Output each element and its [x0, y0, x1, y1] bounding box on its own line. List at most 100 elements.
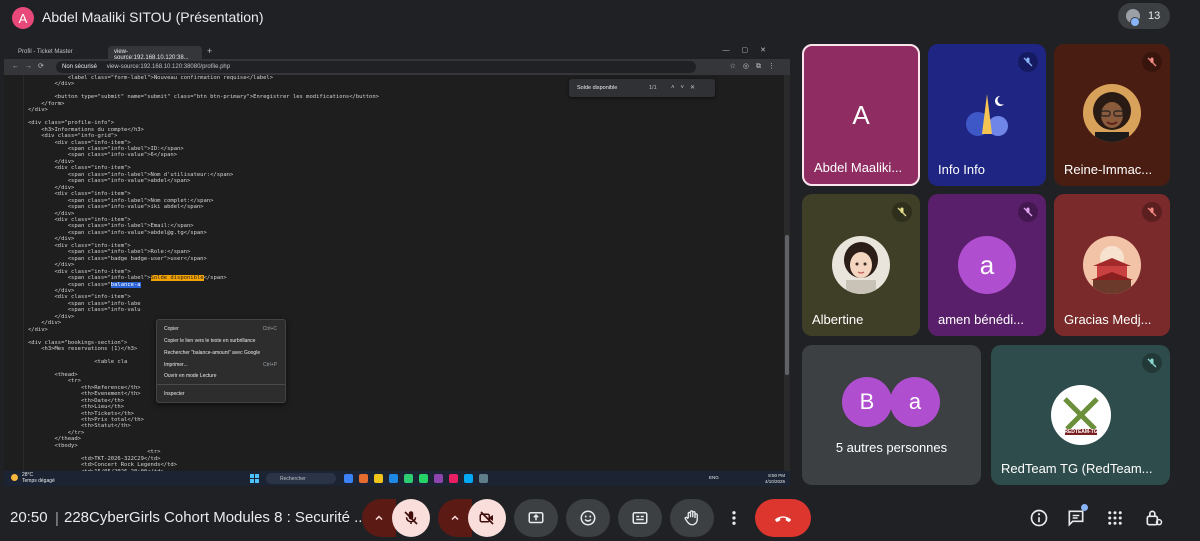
- host-controls-button[interactable]: [1142, 506, 1166, 530]
- app-icon: [464, 474, 473, 483]
- participants-button[interactable]: 13: [1118, 3, 1170, 29]
- activities-icon: [1108, 511, 1122, 525]
- participant-tile-info[interactable]: Info Info: [928, 44, 1046, 186]
- ctx-copy-link: Copier le lien vers le texte en surbrill…: [164, 338, 256, 344]
- meeting-info-button[interactable]: [1027, 506, 1051, 530]
- chat-icon: [1068, 510, 1084, 527]
- mic-off-icon: [1018, 52, 1038, 72]
- find-count: 1/1: [649, 85, 657, 91]
- url-text: view-source:192.168.10.120:38080/profile…: [106, 64, 231, 70]
- present-icon: [528, 512, 544, 524]
- find-query: Solde disponible: [577, 85, 618, 91]
- mic-off-icon: [1142, 202, 1162, 222]
- chevron-up-icon: [451, 515, 459, 521]
- mic-off-icon: [1142, 353, 1162, 373]
- ctx-reader-mode: Ouvrir en mode Lecture: [164, 373, 217, 379]
- activities-button[interactable]: [1103, 506, 1127, 530]
- avatar-letter: a: [908, 389, 922, 414]
- participant-tile-amen[interactable]: a amen bénédi...: [928, 194, 1046, 336]
- browser-tab-source: view-source:192.168.10.120:38...: [108, 46, 202, 61]
- mic-toggle-button[interactable]: [392, 499, 430, 537]
- participant-count: 13: [1148, 10, 1161, 22]
- taskbar-clock: 8:50 PM 4/10/2026: [761, 473, 785, 484]
- presenter-avatar: A: [12, 7, 34, 29]
- mic-options-button[interactable]: [362, 499, 396, 537]
- app-icon: [344, 474, 353, 483]
- ctx-print-key: Ctrl+P: [262, 362, 277, 368]
- captions-icon: [632, 512, 648, 524]
- browser-addressbar: ←→⟳ Non sécurisé view-source:192.168.10.…: [4, 59, 790, 75]
- find-highlight: Solde disponible: [150, 275, 204, 282]
- mic-control: [362, 499, 430, 537]
- eiffel-night-avatar: [958, 86, 1016, 144]
- participant-tile-reine[interactable]: Reine-Immac...: [1054, 44, 1170, 186]
- participant-name: Info Info: [938, 162, 985, 177]
- host-controls-icon: [1146, 510, 1163, 526]
- leave-call-button[interactable]: [755, 499, 811, 537]
- participant-tile-gracias[interactable]: Gracias Medj...: [1054, 194, 1170, 336]
- taskbar-date: 4/10/2026: [764, 478, 785, 484]
- ctx-separator: [157, 384, 285, 385]
- avatar: A: [832, 86, 890, 144]
- camera-control: [438, 499, 506, 537]
- folder-icon: [374, 474, 383, 483]
- selection-highlight: balance-a: [110, 281, 141, 288]
- participant-tile-albertine[interactable]: Albertine: [802, 194, 920, 336]
- context-menu: Copier Ctrl+C Copier le lien vers le tex…: [156, 319, 286, 403]
- app-icon: [434, 474, 443, 483]
- participant-name: RedTeam TG (RedTeam...: [1001, 461, 1153, 476]
- avatar-letter: a: [979, 249, 995, 280]
- cartoon-woman-avatar: [1083, 84, 1141, 142]
- sun-icon: [11, 474, 18, 481]
- present-button[interactable]: [514, 499, 558, 537]
- participant-name: Gracias Medj...: [1064, 312, 1152, 327]
- temple-avatar: [1083, 236, 1141, 294]
- browser-nav-icon: ←→⟳: [12, 63, 50, 70]
- avatar: B: [842, 377, 892, 427]
- avatar: a: [958, 236, 1016, 294]
- meeting-clock: 20:50: [10, 509, 48, 526]
- browser-tabstrip: Profil - Ticket Master view-source:192.1…: [4, 44, 790, 61]
- ctx-print: Imprimer...: [164, 362, 188, 368]
- url-box: Non sécurisé view-source:192.168.10.120:…: [56, 61, 696, 73]
- ctx-copy: Copier: [164, 326, 179, 332]
- end-call-icon: [774, 516, 792, 523]
- raise-hand-button[interactable]: [670, 499, 714, 537]
- url-warning: Non sécurisé: [62, 64, 98, 70]
- shared-screen: Profil - Ticket Master view-source:192.1…: [4, 44, 790, 486]
- terminal-icon: [479, 474, 488, 483]
- find-nav-icons: ˄˅✕: [671, 85, 702, 91]
- anime-girl-avatar: [832, 236, 890, 294]
- meeting-title: 228CyberGirls Cohort Modules 8 : Securit…: [64, 509, 367, 526]
- source-scrollbar: [784, 75, 790, 471]
- participant-tile-others[interactable]: B a 5 autres personnes: [802, 345, 981, 485]
- title-divider: |: [55, 510, 59, 527]
- redteam-logo: REDTEAM-TG: [1051, 385, 1111, 445]
- camera-options-button[interactable]: [438, 499, 472, 537]
- camera-toggle-button[interactable]: [468, 499, 506, 537]
- chat-button[interactable]: [1064, 504, 1088, 530]
- logo-text: REDTEAM-TG: [1064, 429, 1098, 435]
- participant-name: Abdel Maaliki...: [814, 160, 903, 175]
- unread-dot: [1081, 504, 1088, 511]
- participant-name: 5 autres personnes: [835, 440, 948, 455]
- taskbar-search: Rechercher: [266, 473, 336, 484]
- participant-tile-redteam[interactable]: REDTEAM-TG RedTeam TG (RedTeam...: [991, 345, 1170, 485]
- weather-desc: Temps dégagé: [22, 477, 55, 484]
- mic-off-icon: [1018, 202, 1038, 222]
- info-icon: [1030, 509, 1048, 527]
- emoji-button[interactable]: [566, 499, 610, 537]
- participant-name: amen bénédi...: [938, 312, 1025, 327]
- captions-button[interactable]: [618, 499, 662, 537]
- mic-off-icon: [1142, 52, 1162, 72]
- windows-taskbar: 28°C Temps dégagé Rechercher ENG 8:50 PM …: [4, 471, 790, 486]
- app-icon: [359, 474, 368, 483]
- participant-name: Reine-Immac...: [1064, 162, 1153, 177]
- presenter-title: Abdel Maaliki SITOU (Présentation): [42, 9, 264, 25]
- more-options-button[interactable]: [722, 499, 746, 537]
- participant-tile-abdel[interactable]: A Abdel Maaliki...: [802, 44, 920, 186]
- app-icon: [404, 474, 413, 483]
- taskbar-apps: [344, 474, 488, 483]
- app-icon: [449, 474, 458, 483]
- new-tab-icon: +: [207, 46, 213, 56]
